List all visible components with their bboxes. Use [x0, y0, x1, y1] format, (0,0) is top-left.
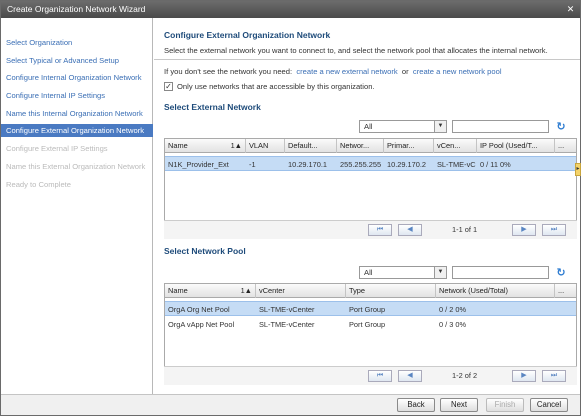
col-vcenter[interactable]: vCen... — [434, 139, 477, 153]
prev-page-icon[interactable]: ◀ — [398, 224, 422, 236]
cell-type: Port Group — [349, 320, 386, 329]
cell-vlan: -1 — [249, 160, 256, 169]
wizard-footer: Back Next Finish Cancel — [1, 394, 580, 415]
sort-asc-icon: 1▲ — [240, 286, 252, 295]
external-search-input[interactable] — [452, 120, 549, 133]
prev-page-icon[interactable]: ◀ — [398, 370, 422, 382]
step-name-internal-network[interactable]: Name this Internal Organization Network — [6, 109, 143, 118]
cell-vcenter: SL-TME-vC — [437, 160, 476, 169]
close-icon[interactable]: ✕ — [565, 4, 576, 15]
cell-mask: 255.255.255 — [340, 160, 382, 169]
only-accessible-label: Only use networks that are accessible by… — [177, 82, 375, 91]
pool-filter-value: All — [364, 268, 373, 277]
external-page-info: 1-1 of 1 — [452, 225, 478, 234]
col-vcenter[interactable]: vCenter — [256, 284, 346, 298]
col-network-mask[interactable]: Networ... — [337, 139, 384, 153]
step-configure-external-ip: Configure External IP Settings — [6, 144, 108, 153]
network-pool-heading: Select Network Pool — [164, 246, 246, 256]
external-filter-value: All — [364, 122, 373, 131]
refresh-icon[interactable]: ↻ — [555, 267, 567, 279]
col-network-used[interactable]: Network (Used/Total) — [436, 284, 555, 298]
cell-gateway: 10.29.170.1 — [288, 160, 328, 169]
cell-ip-pool: 0 / 11 0% — [480, 160, 511, 169]
cell-vcenter: SL-TME-vCenter — [259, 320, 315, 329]
step-configure-internal-network[interactable]: Configure Internal Organization Network — [6, 73, 142, 82]
first-page-icon[interactable]: ⏮ — [368, 224, 392, 236]
col-more[interactable]: ... — [555, 284, 577, 298]
network-pool-grid: Name 1▲ vCenter Type Network (Used/Total)… — [164, 283, 577, 368]
drag-handle[interactable]: ▸ — [575, 163, 581, 176]
pool-pager: ⏮ ◀ 1-2 of 2 ▶ ⏭ — [164, 366, 577, 385]
wizard-main-panel: Configure External Organization Network … — [154, 18, 580, 394]
chevron-down-icon: ▼ — [434, 121, 446, 132]
next-button[interactable]: Next — [440, 398, 478, 412]
finish-button: Finish — [486, 398, 524, 412]
cell-type: Port Group — [349, 305, 386, 314]
sort-asc-icon: 1▲ — [230, 141, 242, 150]
refresh-icon[interactable]: ↻ — [555, 121, 567, 133]
col-vlan[interactable]: VLAN — [246, 139, 285, 153]
first-page-icon[interactable]: ⏮ — [368, 370, 392, 382]
step-select-organization[interactable]: Select Organization — [6, 38, 72, 47]
create-network-pool-link[interactable]: create a new network pool — [413, 67, 502, 76]
cell-network-used: 0 / 2 0% — [439, 305, 467, 314]
window-title: Create Organization Network Wizard — [7, 4, 146, 14]
external-network-heading: Select External Network — [164, 102, 261, 112]
col-default-gateway[interactable]: Default... — [285, 139, 337, 153]
col-type[interactable]: Type — [346, 284, 436, 298]
last-page-icon[interactable]: ⏭ — [542, 370, 566, 382]
hint-or: or — [401, 67, 409, 76]
col-name[interactable]: Name 1▲ — [165, 284, 256, 298]
chevron-down-icon: ▼ — [434, 267, 446, 278]
cell-name: N1K_Provider_Ext — [168, 160, 229, 169]
wizard-window: Create Organization Network Wizard ✕ Sel… — [0, 0, 581, 416]
window-titlebar[interactable]: Create Organization Network Wizard ✕ — [1, 1, 580, 18]
cell-name: OrgA vApp Net Pool — [168, 320, 235, 329]
next-page-icon[interactable]: ▶ — [512, 370, 536, 382]
divider — [154, 59, 580, 60]
external-pager: ⏮ ◀ 1-1 of 1 ▶ ⏭ — [164, 220, 577, 239]
page-description: Select the external network you want to … — [164, 46, 548, 55]
cell-vcenter: SL-TME-vCenter — [259, 305, 315, 314]
external-grid-header: Name 1▲ VLAN Default... Networ... Primar.… — [165, 139, 576, 153]
cell-network-used: 0 / 3 0% — [439, 320, 467, 329]
back-button[interactable]: Back — [397, 398, 435, 412]
only-accessible-checkbox[interactable]: ✓ — [164, 82, 173, 91]
step-select-setup[interactable]: Select Typical or Advanced Setup — [6, 56, 119, 65]
col-more[interactable]: ... — [555, 139, 577, 153]
next-page-icon[interactable]: ▶ — [512, 224, 536, 236]
pool-filter-select[interactable]: All ▼ — [359, 266, 447, 279]
step-configure-external-network[interactable]: Configure External Organization Network — [1, 124, 153, 137]
wizard-steps-sidebar: Select Organization Select Typical or Ad… — [1, 18, 153, 394]
table-row[interactable]: OrgA Org Net Pool SL-TME-vCenter Port Gr… — [165, 301, 576, 316]
create-external-network-link[interactable]: create a new external network — [296, 67, 397, 76]
network-hint: If you don't see the network you need: c… — [164, 67, 502, 76]
table-row[interactable]: N1K_Provider_Ext -1 10.29.170.1 255.255.… — [165, 156, 576, 171]
cell-dns: 10.29.170.2 — [387, 160, 427, 169]
cancel-button[interactable]: Cancel — [530, 398, 568, 412]
col-ip-pool[interactable]: IP Pool (Used/T... — [477, 139, 555, 153]
external-filter-select[interactable]: All ▼ — [359, 120, 447, 133]
step-configure-internal-ip[interactable]: Configure Internal IP Settings — [6, 91, 105, 100]
pool-grid-header: Name 1▲ vCenter Type Network (Used/Total)… — [165, 284, 576, 298]
last-page-icon[interactable]: ⏭ — [542, 224, 566, 236]
cell-name: OrgA Org Net Pool — [168, 305, 230, 314]
pool-page-info: 1-2 of 2 — [452, 371, 478, 380]
hint-text: If you don't see the network you need: — [164, 67, 293, 76]
step-ready-to-complete: Ready to Complete — [6, 180, 72, 189]
page-title: Configure External Organization Network — [164, 30, 331, 40]
col-name[interactable]: Name 1▲ — [165, 139, 246, 153]
col-primary-dns[interactable]: Primar... — [384, 139, 434, 153]
table-row[interactable]: OrgA vApp Net Pool SL-TME-vCenter Port G… — [165, 317, 576, 332]
pool-search-input[interactable] — [452, 266, 549, 279]
step-name-external-network: Name this External Organization Network — [6, 162, 146, 171]
